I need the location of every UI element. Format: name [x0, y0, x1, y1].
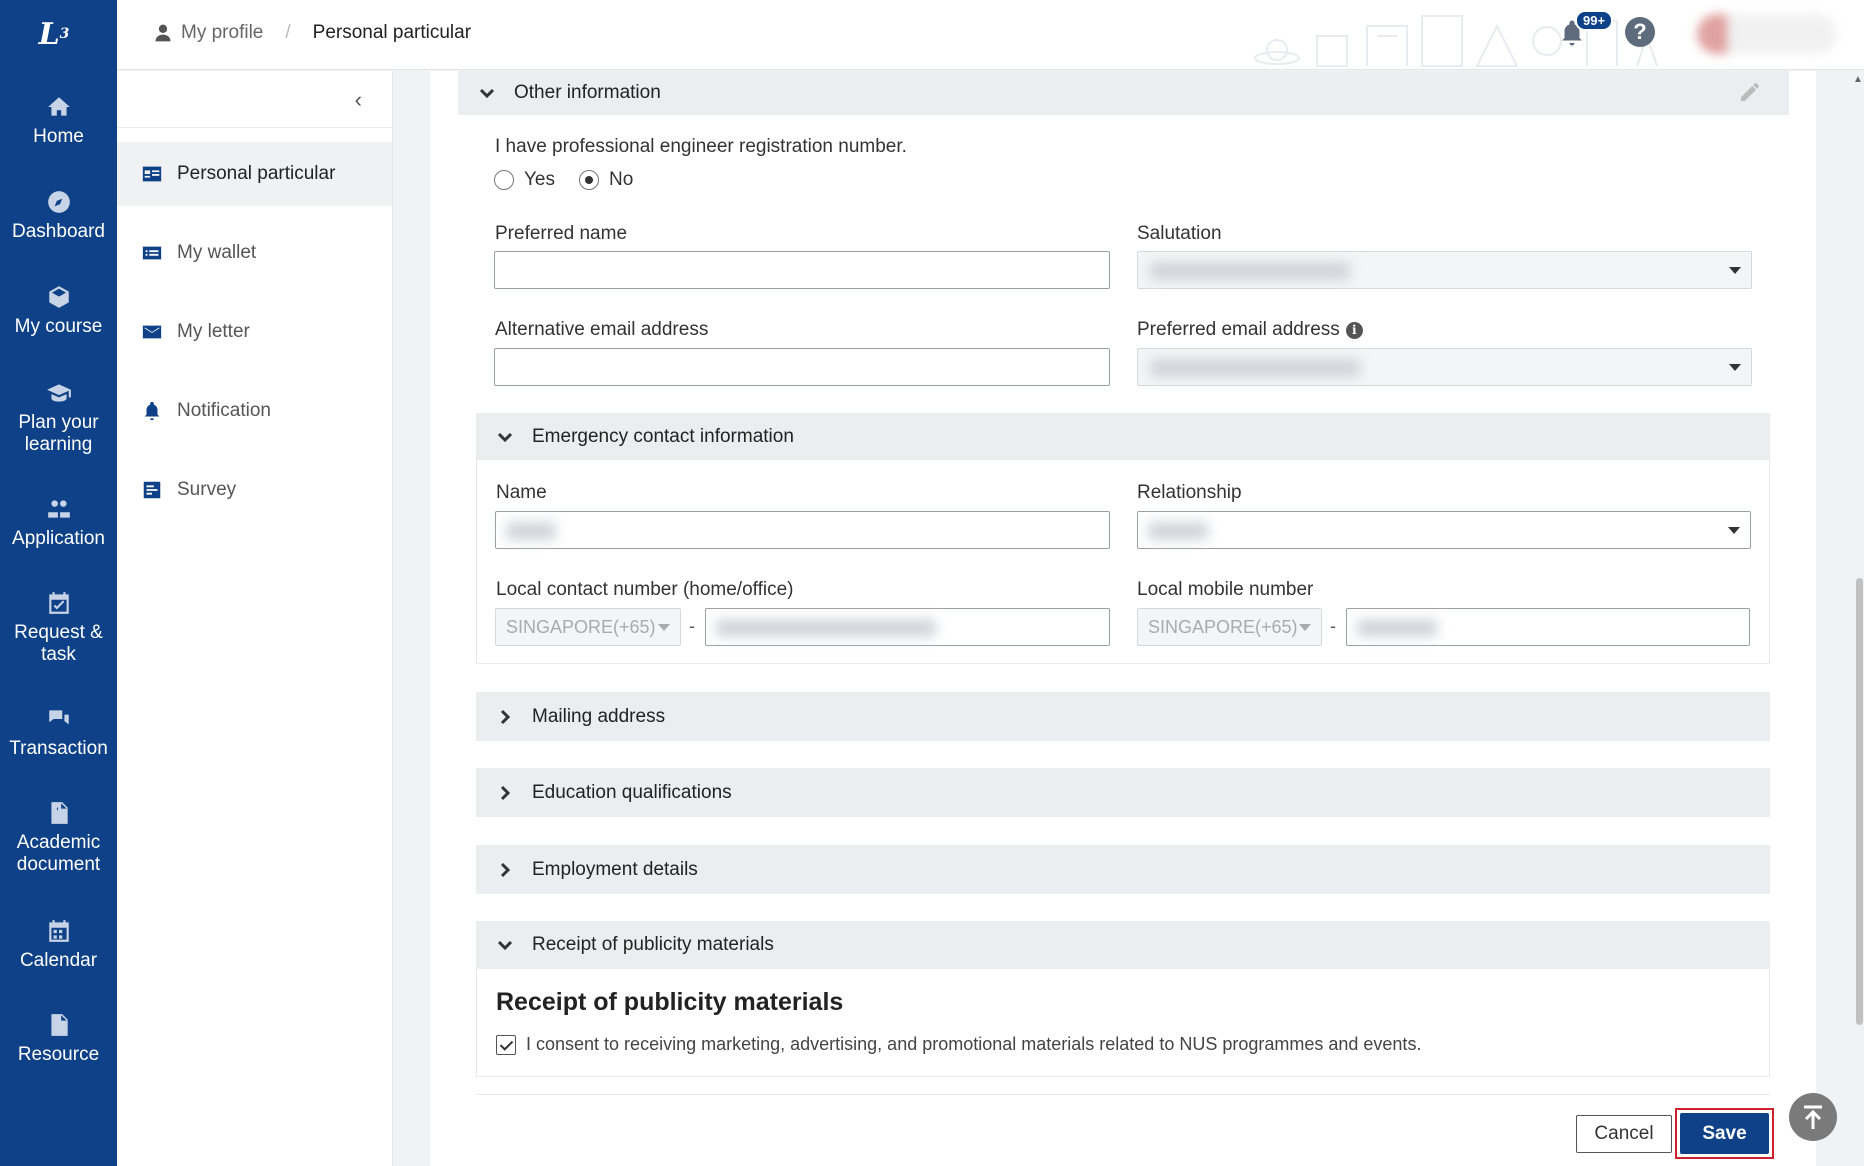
- wallet-icon: [142, 246, 162, 260]
- chat-icon: [48, 710, 69, 725]
- local-contact-number-input[interactable]: [705, 608, 1110, 646]
- nav-item-calendar[interactable]: Calendar: [0, 918, 117, 972]
- nav-item-application[interactable]: Application: [0, 496, 117, 550]
- app-logo[interactable]: L3: [34, 14, 74, 54]
- alternative-email-input[interactable]: [494, 348, 1110, 386]
- nav-item-dashboard[interactable]: Dashboard: [0, 189, 117, 243]
- section-employment-details[interactable]: Employment details: [476, 845, 1770, 894]
- section-education-qualifications[interactable]: Education qualifications: [476, 768, 1770, 817]
- chevron-right-icon: [496, 861, 514, 879]
- user-icon: [155, 24, 171, 42]
- cancel-button[interactable]: Cancel: [1576, 1115, 1672, 1153]
- nav-item-my-course[interactable]: My course: [0, 284, 117, 338]
- user-avatar-menu[interactable]: [1697, 14, 1837, 54]
- top-header: My profile / Personal particular 99+ ?: [117, 0, 1864, 70]
- publicity-heading: Receipt of publicity materials: [496, 988, 844, 1016]
- side-item-survey[interactable]: Survey: [117, 458, 392, 522]
- chevron-down-icon: [658, 624, 670, 631]
- relationship-label: Relationship: [1137, 482, 1242, 503]
- section-emergency-contact[interactable]: Emergency contact information: [476, 413, 1770, 460]
- profile-side-panel: ‹ Personal particular My wallet My lette…: [117, 71, 393, 1166]
- breadcrumb: My profile / Personal particular: [153, 22, 471, 44]
- side-item-personal-particular[interactable]: Personal particular: [117, 142, 392, 206]
- calendar-check-icon: [48, 592, 69, 614]
- preferred-name-input[interactable]: [494, 251, 1110, 289]
- graduation-cap-icon: [46, 384, 71, 402]
- edit-pencil-icon[interactable]: [1738, 80, 1762, 104]
- local-mobile-label: Local mobile number: [1137, 579, 1314, 600]
- preferred-email-label: Preferred email address i: [1137, 319, 1363, 341]
- preferred-name-label: Preferred name: [495, 223, 628, 244]
- breadcrumb-separator: /: [285, 22, 291, 43]
- notification-badge: 99+: [1575, 10, 1614, 31]
- chevron-down-icon: [478, 84, 496, 102]
- info-icon[interactable]: i: [1345, 322, 1363, 339]
- chevron-right-icon: [496, 784, 514, 802]
- scroll-up-arrow-icon[interactable]: ▲: [1853, 74, 1863, 85]
- chevron-right-icon: [496, 708, 514, 726]
- local-mobile-country-select[interactable]: SINGAPORE(+65): [1137, 608, 1322, 646]
- nav-item-resource[interactable]: Resource: [0, 1012, 117, 1066]
- breadcrumb-personal-particular: Personal particular: [312, 22, 472, 43]
- bell-icon: [144, 401, 160, 421]
- side-item-my-letter[interactable]: My letter: [117, 300, 392, 364]
- emergency-name-label: Name: [496, 482, 547, 503]
- local-mobile-number-input[interactable]: [1346, 608, 1750, 646]
- calendar-icon: [48, 920, 69, 942]
- side-item-notification[interactable]: Notification: [117, 379, 392, 443]
- compass-icon: [47, 191, 70, 213]
- nav-item-request-task[interactable]: Request & task: [0, 590, 117, 666]
- people-icon: [47, 500, 70, 518]
- pe-registration-question: I have professional engineer registratio…: [495, 136, 907, 157]
- salutation-select[interactable]: [1137, 251, 1752, 289]
- publicity-consent-checkbox[interactable]: I consent to receiving marketing, advert…: [496, 1034, 1421, 1055]
- nav-item-plan-your-learning[interactable]: Plan your learning: [0, 380, 117, 456]
- nav-item-academic-document[interactable]: Academic document: [0, 800, 117, 876]
- left-navigation: L3 Home Dashboard My course Plan your le…: [0, 0, 117, 1166]
- chevron-down-icon: [1729, 364, 1741, 371]
- checkbox-checked-icon: [496, 1034, 516, 1055]
- survey-icon: [143, 481, 161, 499]
- chevron-down-icon: [1728, 527, 1740, 534]
- side-item-my-wallet[interactable]: My wallet: [117, 221, 392, 285]
- chevron-down-icon: [1729, 267, 1741, 274]
- local-contact-label: Local contact number (home/office): [496, 579, 794, 600]
- section-other-information[interactable]: Other information: [458, 71, 1789, 115]
- pdf-file-icon: [50, 802, 68, 824]
- cube-icon: [48, 286, 69, 308]
- local-contact-country-select[interactable]: SINGAPORE(+65): [495, 608, 681, 646]
- preferred-email-select[interactable]: [1137, 348, 1752, 386]
- chevron-down-icon: [496, 428, 514, 446]
- alternative-email-label: Alternative email address: [495, 319, 709, 340]
- home-icon: [47, 97, 70, 116]
- relationship-select[interactable]: [1137, 511, 1751, 549]
- arrow-up-icon: [1804, 1105, 1822, 1129]
- chevron-down-icon: [496, 936, 514, 954]
- section-receipt-of-publicity[interactable]: Receipt of publicity materials: [476, 921, 1770, 969]
- chevron-down-icon: [1299, 624, 1311, 631]
- envelope-icon: [142, 325, 162, 339]
- breadcrumb-my-profile[interactable]: My profile: [181, 22, 263, 44]
- file-icon: [50, 1014, 68, 1036]
- section-mailing-address[interactable]: Mailing address: [476, 692, 1770, 741]
- pe-radio-no[interactable]: No: [579, 169, 633, 191]
- nav-item-home[interactable]: Home: [0, 94, 117, 148]
- collapse-panel-button[interactable]: ‹: [355, 87, 362, 113]
- emergency-name-input[interactable]: [495, 511, 1110, 549]
- nav-item-transaction[interactable]: Transaction: [0, 706, 117, 760]
- id-card-icon: [142, 166, 162, 182]
- save-button[interactable]: Save: [1680, 1113, 1769, 1154]
- salutation-label: Salutation: [1137, 223, 1222, 244]
- help-icon[interactable]: ?: [1625, 17, 1655, 47]
- scroll-to-top-button[interactable]: [1789, 1093, 1837, 1141]
- pe-radio-yes[interactable]: Yes: [494, 169, 555, 191]
- scrollbar-thumb[interactable]: [1856, 578, 1863, 1025]
